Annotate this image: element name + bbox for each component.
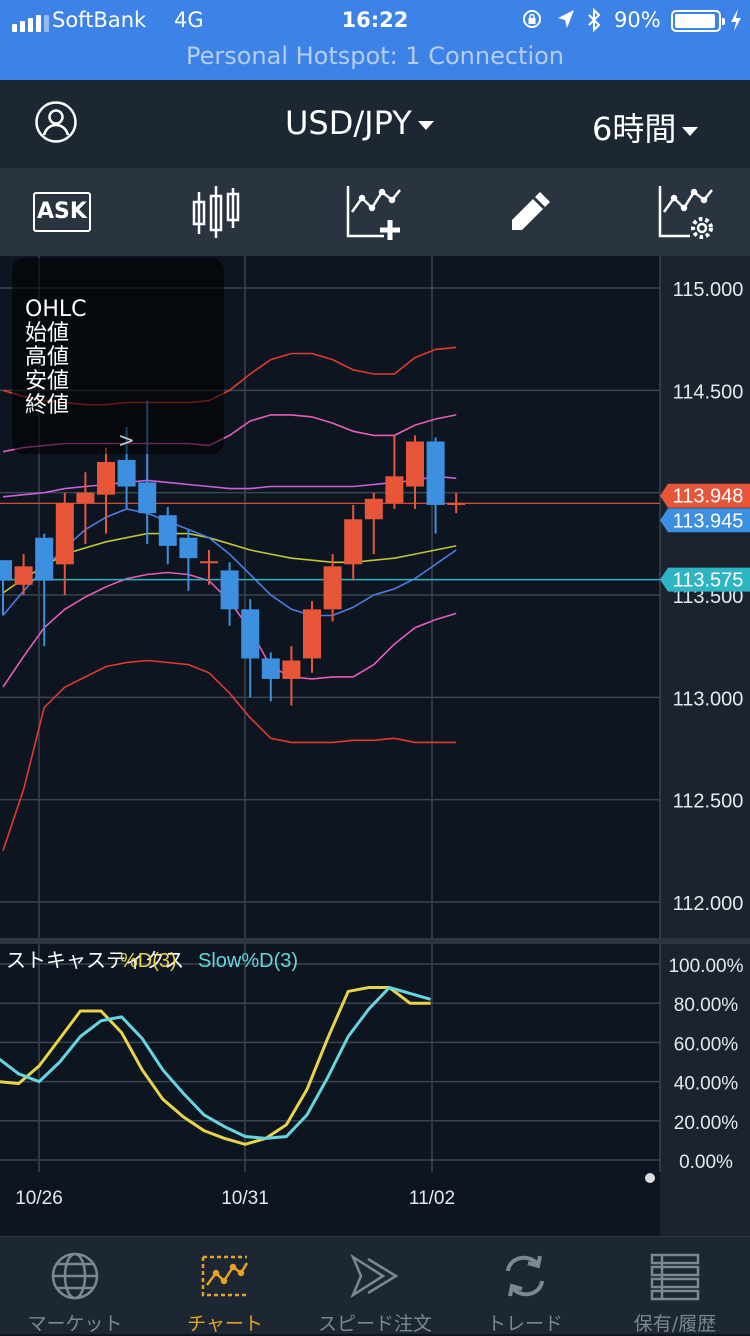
ohlc-close-label: 終値 [25,393,70,418]
candle-body [303,609,321,659]
price-tick-label: 113.000 [673,688,744,710]
candle-body [282,660,301,679]
hotspot-banner[interactable]: Personal Hotspot: 1 Connection [0,42,750,70]
date-label: 10/31 [221,1188,269,1209]
tab-speed-order-label: スピード注文 [317,1313,432,1335]
speed-order-icon [350,1253,399,1299]
tab-trade-label: トレード [486,1313,563,1335]
price-tick-label: 114.500 [673,381,744,403]
stoch-d-label: %D(3) [120,950,177,972]
candle-body [138,482,157,514]
candle-body [426,441,445,505]
date-label: 11/02 [409,1188,455,1209]
list-icon [650,1253,700,1301]
scroll-dot [645,1173,655,1183]
stoch-tick-label: 0.00% [679,1152,733,1173]
chart-header: USD/JPY 6時間 [0,80,750,168]
chevron-right-icon[interactable]: > [118,428,135,452]
ohlc-low-label: 安値 [25,369,70,394]
trade-icon [506,1255,544,1297]
add-indicator-icon[interactable] [344,182,404,246]
stoch-tick-label: 80.00% [674,995,739,1016]
currency-pair-selector[interactable]: USD/JPY [285,104,434,142]
candle-body [14,566,33,585]
date-label: 10/26 [15,1188,63,1209]
ohlc-high-label: 高値 [25,345,70,370]
account-icon[interactable] [34,100,78,148]
candle-body [158,515,177,546]
tab-holdings[interactable]: 保有/履歴 [600,1237,750,1335]
stoch-tick-label: 20.00% [674,1113,739,1134]
price-tick-label: 112.500 [673,791,744,813]
bid-price-tag[interactable]: 113.948 [660,483,750,508]
battery-icon [671,10,725,32]
order-price-tag-text: 113.575 [673,570,744,592]
ohlc-title: OHLC [25,297,87,322]
bid-price-tag-text: 113.948 [673,486,744,508]
candlestick-type-icon[interactable] [190,184,242,244]
currency-pair-label: USD/JPY [285,104,412,142]
candle-body [35,537,54,581]
candle-body [323,566,342,610]
tab-trade[interactable]: トレード [450,1237,600,1335]
ask-price-tag-text: 113.945 [673,510,744,532]
ask-price-tag[interactable]: 113.945 [660,508,750,533]
tab-holdings-label: 保有/履歴 [633,1313,717,1335]
stoch-slow-label: Slow%D(3) [198,950,298,972]
stoch-tick-label: 100.00% [668,956,743,977]
candle-body [117,459,136,487]
tab-market-label: マーケット [27,1313,123,1335]
status-bar: SoftBank 4G 16:22 90% Personal Hotspot: … [0,0,750,80]
candle-body [406,441,424,487]
tab-market[interactable]: マーケット [0,1237,150,1335]
candle-body [76,492,95,503]
candle-body [241,609,260,659]
candle-body [261,658,280,679]
ask-label: ASK [37,199,87,224]
candle-body [364,498,383,520]
order-price-tag[interactable]: 113.575 [660,567,750,592]
candle-body [0,560,12,581]
pencil-icon[interactable] [506,188,554,240]
candle-body [344,519,363,565]
candle-body [179,537,198,559]
price-tick-label: 112.000 [673,893,744,915]
tab-bar: マーケット チャート スピード注文 トレード 保有/履歴 [0,1236,750,1335]
battery-percent: 90% [614,8,661,32]
price-tick-label: 115.000 [673,279,744,301]
tab-speed-order[interactable]: スピード注文 [300,1237,450,1335]
chart-icon [201,1255,249,1297]
ask-toggle-button[interactable]: ASK [33,192,91,232]
globe-icon [51,1252,99,1300]
candle-body [55,502,74,565]
chart-area[interactable]: 100.00% 80.00% 60.00% 40.00% 20.00% 0.00% ストキャ… [0,256,750,1236]
chevron-down-icon [682,126,699,136]
candle-body [220,570,239,610]
bluetooth-icon [586,7,602,37]
chart-toolbar: ASK [0,168,750,256]
stoch-tick-label: 60.00% [674,1034,739,1055]
ohlc-panel[interactable]: OHLC 始値 高値 安値 終値 > [12,258,224,454]
candle-body [385,476,404,503]
chevron-down-icon [417,120,434,130]
panel-separator[interactable] [0,938,750,944]
timeframe-label: 6時間 [592,110,677,148]
charging-icon [729,8,743,37]
stoch-tick-label: 40.00% [674,1074,739,1095]
tab-chart[interactable]: チャート [150,1237,300,1335]
timeframe-selector[interactable]: 6時間 [592,104,699,150]
tab-chart-label: チャート [187,1313,263,1335]
candle-body [447,502,466,505]
candle-body [97,461,115,495]
rotation-lock-icon [521,8,543,35]
ohlc-open-label: 始値 [25,321,70,346]
location-icon [556,8,576,35]
indicator-settings-icon[interactable] [656,182,716,246]
